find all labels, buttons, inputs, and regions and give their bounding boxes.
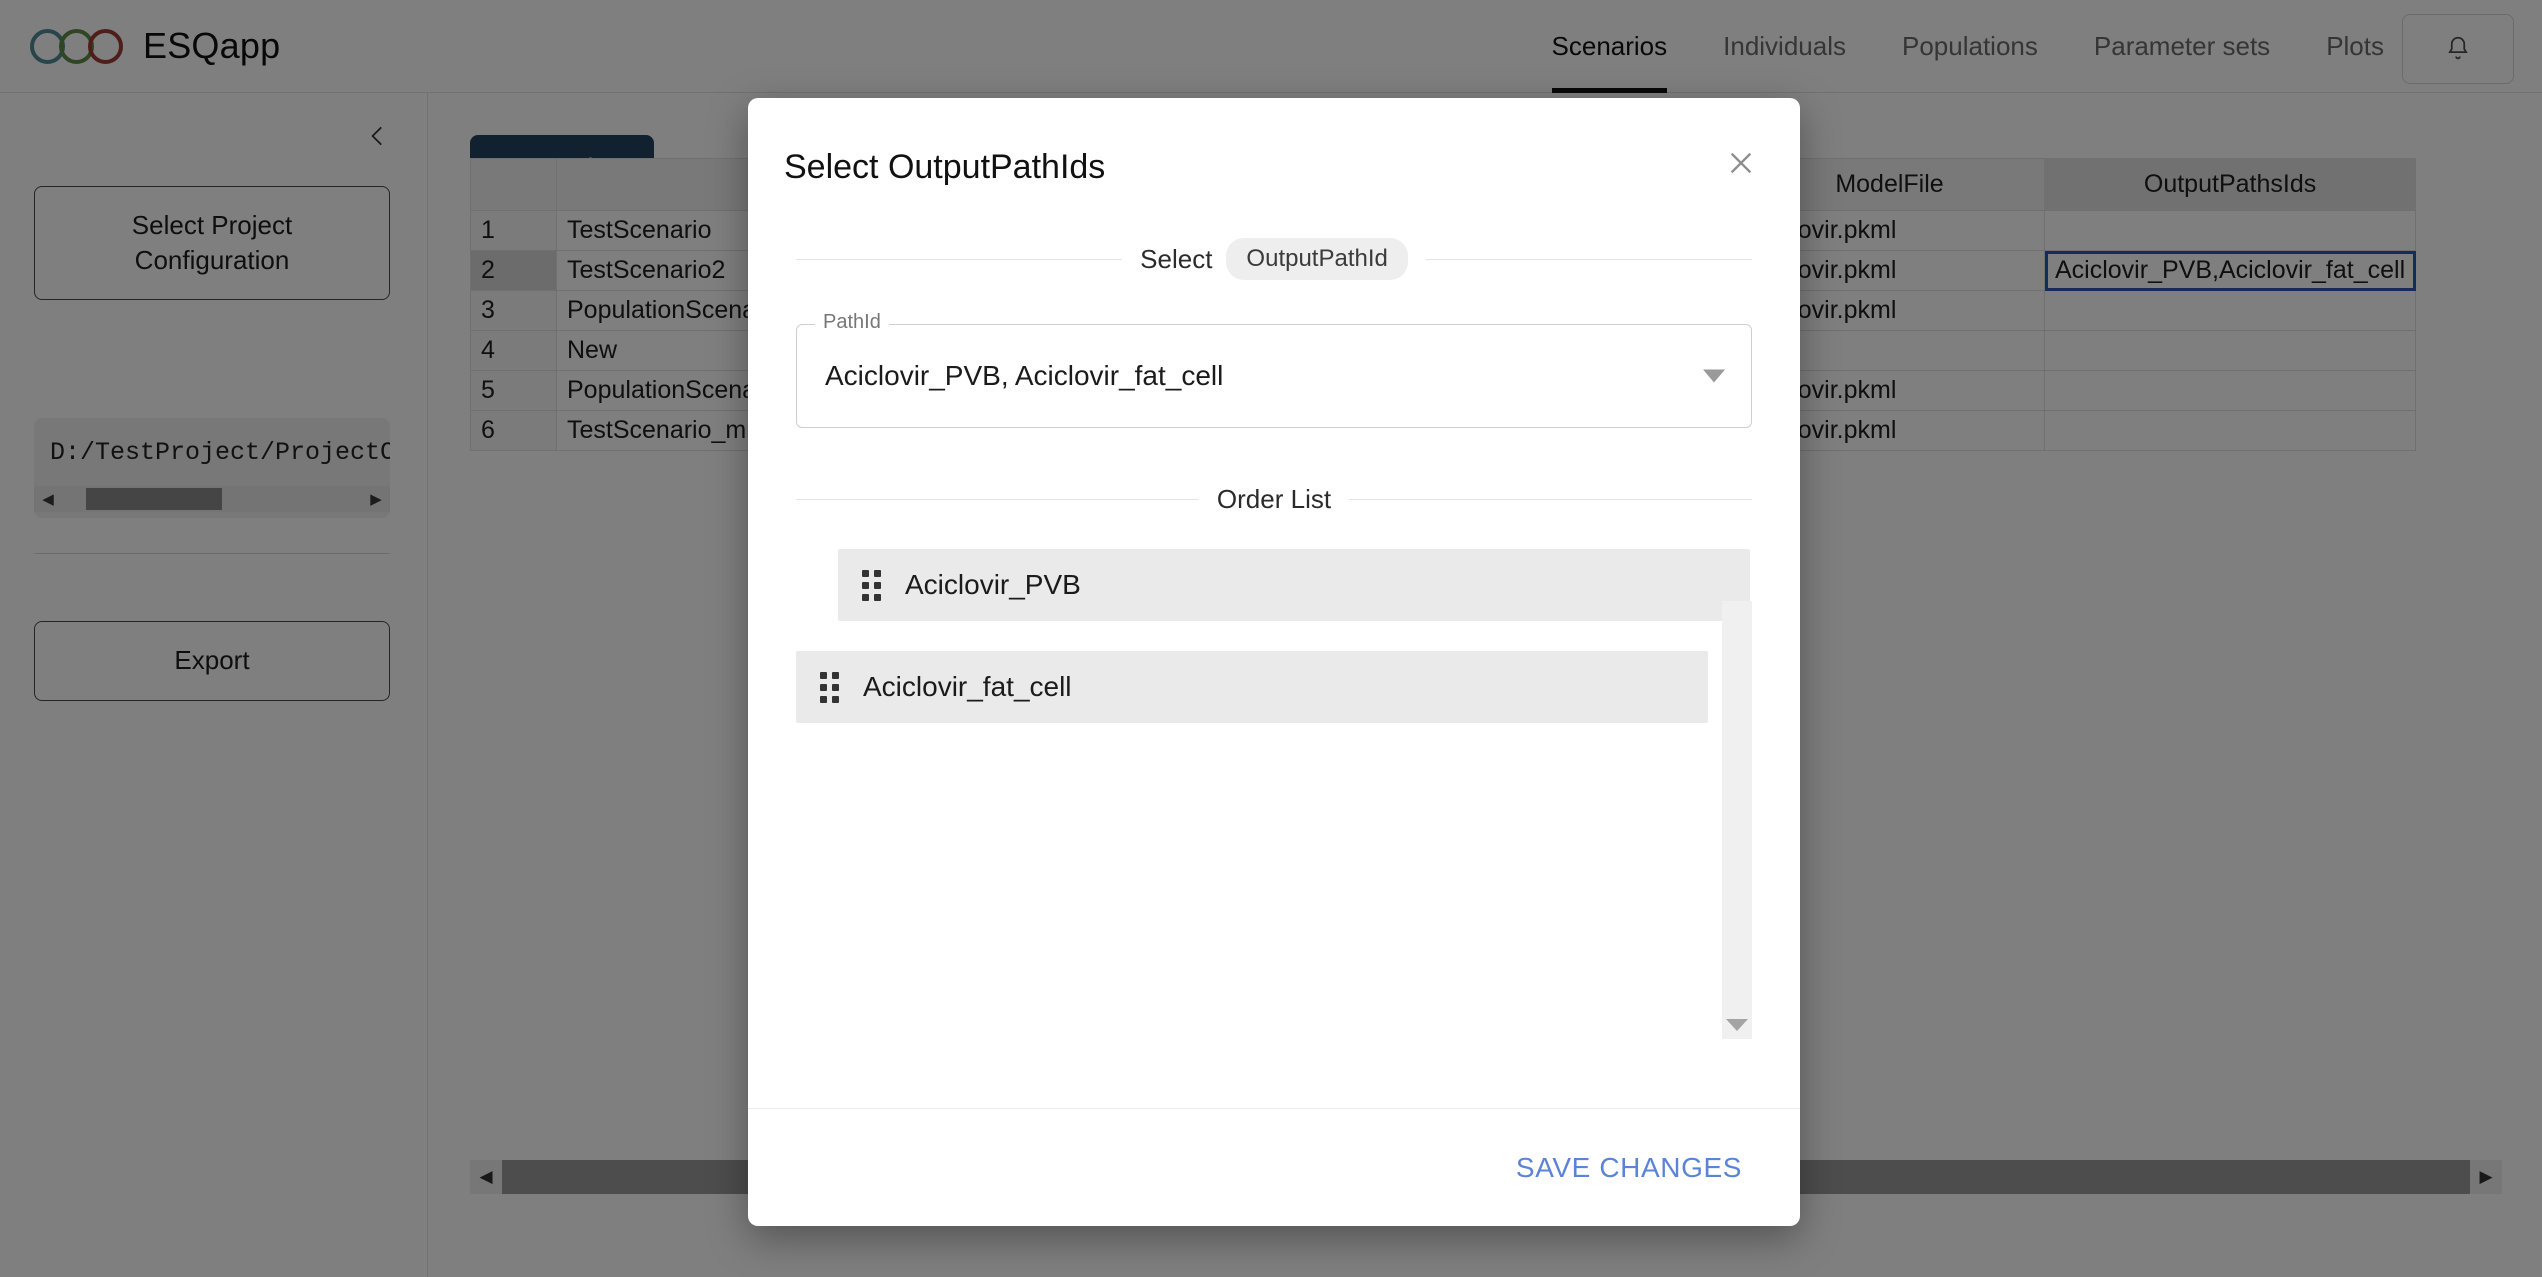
pathid-legend: PathId [815, 311, 889, 334]
order-section-divider: Order List [796, 484, 1752, 515]
order-divider-line-left [796, 499, 1199, 500]
pathid-select[interactable]: PathId Aciclovir_PVB, Aciclovir_fat_cell [796, 311, 1752, 428]
drag-handle-icon[interactable] [820, 671, 839, 703]
select-word: Select [1140, 243, 1213, 274]
outputpathid-chip: OutputPathId [1226, 238, 1408, 280]
pathid-value: Aciclovir_PVB, Aciclovir_fat_cell [825, 360, 1224, 391]
list-item[interactable]: Aciclovir_fat_cell [796, 651, 1708, 723]
close-button[interactable] [1714, 136, 1768, 190]
order-list-scrollbar[interactable] [1722, 601, 1752, 1039]
list-item-label: Aciclovir_fat_cell [863, 671, 1072, 702]
select-section-divider: Select OutputPathId [796, 238, 1753, 280]
list-item[interactable]: Aciclovir_PVB [838, 549, 1750, 621]
save-changes-button[interactable]: SAVE CHANGES [1516, 1152, 1742, 1184]
dialog-footer: SAVE CHANGES [748, 1108, 1800, 1226]
divider-line-left [796, 258, 1123, 260]
list-item-label: Aciclovir_PVB [905, 569, 1081, 600]
chevron-down-icon [1703, 369, 1725, 383]
pathid-field-wrap: PathId Aciclovir_PVB, Aciclovir_fat_cell [796, 311, 1752, 428]
order-divider-line-right [1349, 499, 1752, 500]
select-section-label: Select OutputPathId [1140, 238, 1408, 280]
divider-line-right [1425, 258, 1753, 260]
order-list-label: Order List [1216, 484, 1332, 514]
select-outputpathids-dialog: Select OutputPathIds Select OutputPathId… [748, 98, 1800, 1226]
chevron-down-icon[interactable] [1726, 1019, 1748, 1031]
close-icon [1730, 152, 1752, 174]
drag-handle-icon[interactable] [862, 569, 881, 601]
order-list-panel: Aciclovir_PVB Aciclovir_fat_cell [796, 543, 1752, 1039]
dialog-title: Select OutputPathIds [784, 148, 1106, 186]
dialog-header: Select OutputPathIds [748, 98, 1800, 238]
